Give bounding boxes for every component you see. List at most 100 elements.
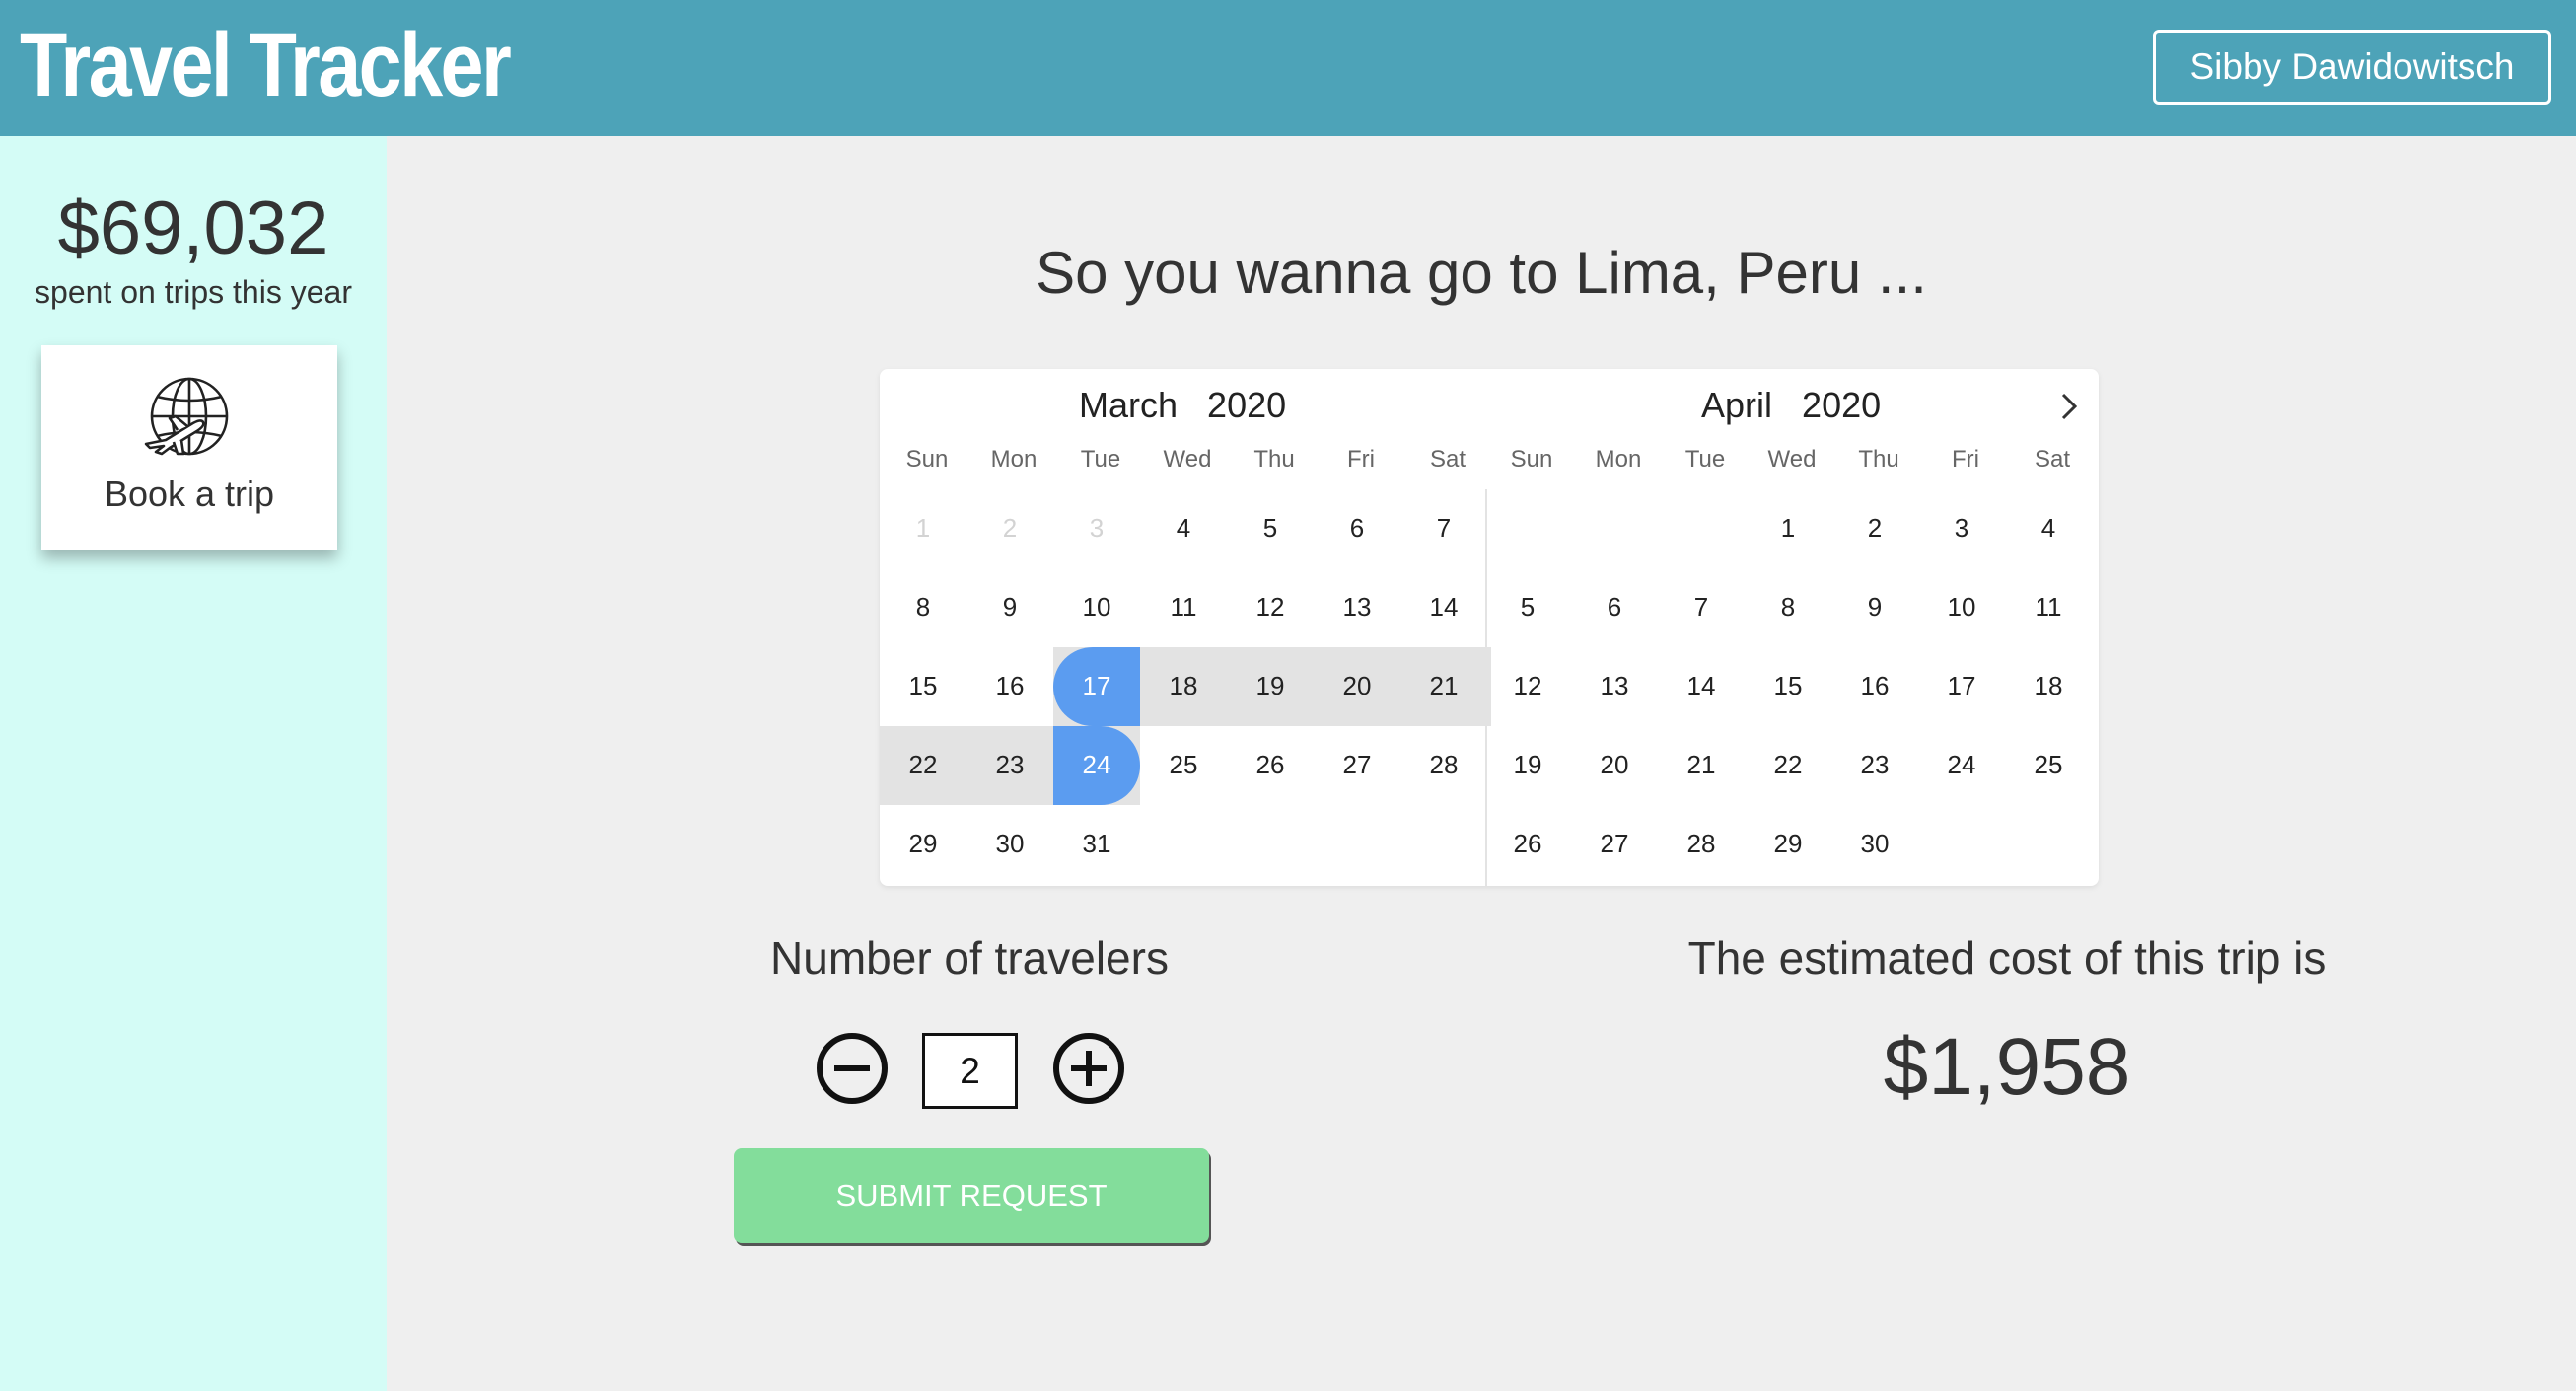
weekday-header: Sat (1429, 446, 1467, 473)
app-header: Travel Tracker Sibby Dawidowitsch (0, 0, 2576, 136)
calendar-day[interactable]: 9 (966, 568, 1053, 645)
calendar-day[interactable]: 23 (1831, 726, 1918, 803)
calendar-day[interactable]: 17 (1918, 647, 2005, 724)
calendar-day[interactable]: 1 (1745, 489, 1831, 566)
submit-request-button[interactable]: SUBMIT REQUEST (734, 1148, 1209, 1243)
calendar-day[interactable]: 11 (1140, 568, 1227, 645)
calendar-day[interactable]: 12 (1227, 568, 1314, 645)
calendar-day[interactable]: 18 (2005, 647, 2092, 724)
calendar-day[interactable]: 29 (1745, 805, 1831, 882)
calendar-day[interactable]: 8 (880, 568, 966, 645)
plus-circle-icon[interactable] (1051, 1031, 1126, 1106)
calendar-day[interactable]: 16 (966, 647, 1053, 724)
calendar-day[interactable]: 3 (1918, 489, 2005, 566)
weekday-header: Tue (1684, 446, 1726, 473)
calendar-day[interactable]: 18 (1140, 647, 1227, 724)
sidebar: $69,032 spent on trips this year Book a … (0, 136, 387, 1391)
month-name: March (1079, 385, 1179, 425)
calendar-day[interactable]: 12 (1484, 647, 1571, 724)
yearly-spent-caption: spent on trips this year (35, 274, 352, 310)
calendar-day[interactable]: 6 (1314, 489, 1400, 566)
user-account-button[interactable]: Sibby Dawidowitsch (2153, 30, 2551, 105)
weekday-header: Thu (1858, 446, 1899, 473)
month-name: April (1701, 385, 1773, 425)
calendar-day[interactable]: 30 (966, 805, 1053, 882)
estimated-cost-label: The estimated cost of this trip is (1687, 932, 2326, 984)
calendar-day[interactable]: 29 (880, 805, 966, 882)
travelers-label: Number of travelers (770, 932, 1169, 984)
weekday-header: Sun (905, 446, 949, 473)
calendar-day[interactable]: 28 (1400, 726, 1487, 803)
calendar-day[interactable]: 2 (1831, 489, 1918, 566)
calendar-day[interactable]: 24 (1053, 726, 1140, 803)
calendar-month-title-april: April 2020 (1701, 385, 1881, 426)
calendar-day[interactable]: 4 (1140, 489, 1227, 566)
calendar-day[interactable]: 7 (1658, 568, 1745, 645)
calendar-day[interactable]: 13 (1571, 647, 1658, 724)
calendar-day[interactable]: 13 (1314, 568, 1400, 645)
calendar-day[interactable]: 27 (1571, 805, 1658, 882)
calendar-day[interactable]: 15 (1745, 647, 1831, 724)
weekday-header: Sat (2034, 446, 2071, 473)
calendar-day[interactable]: 26 (1484, 805, 1571, 882)
globe-airplane-icon (144, 377, 229, 456)
calendar-day[interactable]: 5 (1484, 568, 1571, 645)
calendar-day[interactable]: 11 (2005, 568, 2092, 645)
destination-title: So you wanna go to Lima, Peru ... (1036, 240, 1927, 306)
weekday-header: Fri (1952, 446, 1979, 473)
yearly-spent-amount: $69,032 (57, 186, 329, 270)
weekday-header: Wed (1163, 446, 1212, 473)
calendar-day[interactable]: 26 (1227, 726, 1314, 803)
calendar-day[interactable]: 27 (1314, 726, 1400, 803)
calendar-day[interactable]: 19 (1484, 726, 1571, 803)
calendar-day[interactable]: 25 (2005, 726, 2092, 803)
calendar-day[interactable]: 22 (1745, 726, 1831, 803)
app-title: Travel Tracker (20, 15, 512, 115)
calendar-day[interactable]: 28 (1658, 805, 1745, 882)
calendar-day[interactable]: 10 (1053, 568, 1140, 645)
calendar-day[interactable]: 31 (1053, 805, 1140, 882)
calendar-month-title-march: March 2020 (1079, 385, 1286, 426)
calendar-day[interactable]: 9 (1831, 568, 1918, 645)
traveler-count-field[interactable]: 2 (922, 1033, 1018, 1109)
calendar-day[interactable]: 5 (1227, 489, 1314, 566)
calendar-day[interactable]: 24 (1918, 726, 2005, 803)
weekday-header: Wed (1767, 446, 1817, 473)
calendar-day[interactable]: 6 (1571, 568, 1658, 645)
calendar-day[interactable]: 22 (880, 726, 966, 803)
calendar-day[interactable]: 10 (1918, 568, 2005, 645)
calendar-day: 1 (915, 513, 931, 543)
estimated-cost-value: $1,958 (1883, 1022, 2131, 1112)
calendar-day[interactable]: 20 (1314, 647, 1400, 724)
calendar-day[interactable]: 21 (1658, 726, 1745, 803)
calendar-day[interactable]: 21 (1400, 647, 1487, 724)
calendar-day[interactable]: 30 (1831, 805, 1918, 882)
weekday-header: Tue (1080, 446, 1121, 473)
book-trip-label: Book a trip (104, 474, 275, 514)
book-trip-button[interactable]: Book a trip (41, 345, 337, 550)
calendar-day[interactable]: 25 (1140, 726, 1227, 803)
calendar-day[interactable]: 23 (966, 726, 1053, 803)
weekday-header: Thu (1253, 446, 1295, 473)
date-range-calendar: March 2020 April 2020 Sun Mon Tue Wed Thu Fri… (880, 369, 2099, 886)
calendar-day[interactable]: 14 (1400, 568, 1487, 645)
calendar-day[interactable]: 4 (2005, 489, 2092, 566)
month-year: 2020 (1207, 385, 1287, 425)
calendar-day[interactable]: 7 (1400, 489, 1487, 566)
calendar-day[interactable]: 16 (1831, 647, 1918, 724)
calendar-day: 3 (1089, 513, 1105, 543)
month-year: 2020 (1802, 385, 1882, 425)
weekday-header: Mon (990, 446, 1038, 473)
calendar-day[interactable]: 17 (1053, 647, 1140, 724)
calendar-day[interactable]: 8 (1745, 568, 1831, 645)
weekday-header: Sun (1510, 446, 1553, 473)
calendar-day: 2 (1002, 513, 1018, 543)
calendar-day[interactable]: 14 (1658, 647, 1745, 724)
weekday-header: Fri (1347, 446, 1375, 473)
chevron-right-icon[interactable] (2051, 389, 2087, 424)
calendar-day[interactable]: 15 (880, 647, 966, 724)
calendar-day[interactable]: 20 (1571, 726, 1658, 803)
calendar-day[interactable]: 19 (1227, 647, 1314, 724)
weekday-header: Mon (1595, 446, 1642, 473)
minus-circle-icon[interactable] (815, 1031, 890, 1106)
